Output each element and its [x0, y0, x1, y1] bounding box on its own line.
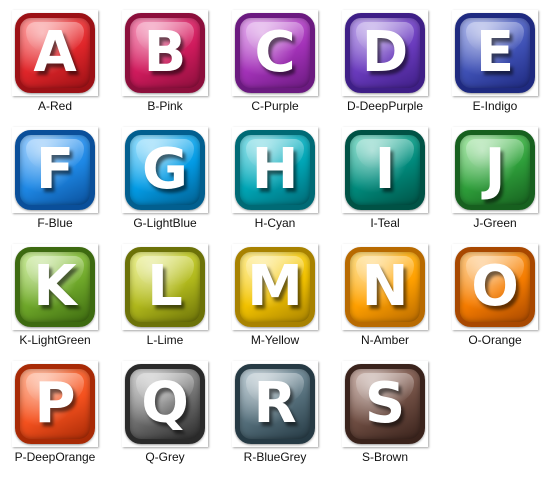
tile-letter: P	[34, 371, 76, 436]
icon-item[interactable]: S S-Brown	[330, 351, 440, 468]
tile-letter: S	[364, 371, 406, 436]
icon-thumbnail[interactable]: G	[122, 127, 208, 213]
icon-item[interactable]: G G-LightBlue	[110, 117, 220, 234]
icon-label: C-Purple	[251, 99, 299, 113]
icon-item[interactable]: R R-BlueGrey	[220, 351, 330, 468]
tile-letter: I	[374, 137, 396, 202]
letter-tile-icon: M	[235, 247, 315, 327]
letter-tile-icon: R	[235, 364, 315, 444]
letter-tile-icon: A	[15, 13, 95, 93]
icon-grid: A A-Red B B-Pink C C-Purple D D-DeepPurp…	[0, 0, 550, 480]
icon-thumbnail[interactable]: H	[232, 127, 318, 213]
icon-item[interactable]: M M-Yellow	[220, 234, 330, 351]
tile-letter: N	[361, 254, 409, 319]
letter-tile-icon: O	[455, 247, 535, 327]
tile-letter: L	[147, 254, 183, 319]
icon-item[interactable]: H H-Cyan	[220, 117, 330, 234]
icon-label: L-Lime	[146, 333, 184, 347]
letter-tile-icon: N	[345, 247, 425, 327]
icon-label: R-BlueGrey	[243, 450, 307, 464]
icon-thumbnail[interactable]: B	[122, 10, 208, 96]
icon-label: F-Blue	[37, 216, 73, 230]
icon-label: N-Amber	[360, 333, 409, 347]
letter-tile-icon: Q	[125, 364, 205, 444]
icon-label: G-LightBlue	[133, 216, 197, 230]
icon-thumbnail[interactable]: M	[232, 244, 318, 330]
icon-thumbnail[interactable]: I	[342, 127, 428, 213]
tile-letter: K	[33, 254, 77, 319]
icon-thumbnail[interactable]: P	[12, 361, 98, 447]
icon-thumbnail[interactable]: L	[122, 244, 208, 330]
icon-item[interactable]: I I-Teal	[330, 117, 440, 234]
icon-label: O-Orange	[468, 333, 522, 347]
icon-label: B-Pink	[147, 99, 183, 113]
letter-tile-icon: G	[125, 130, 205, 210]
letter-tile-icon: S	[345, 364, 425, 444]
icon-label: S-Brown	[361, 450, 408, 464]
icon-thumbnail[interactable]: Q	[122, 361, 208, 447]
icon-item[interactable]: F F-Blue	[0, 117, 110, 234]
icon-label: E-Indigo	[472, 99, 518, 113]
letter-tile-icon: D	[345, 13, 425, 93]
letter-tile-icon: C	[235, 13, 315, 93]
icon-thumbnail[interactable]: D	[342, 10, 428, 96]
letter-tile-icon: H	[235, 130, 315, 210]
icon-thumbnail[interactable]: A	[12, 10, 98, 96]
icon-label: D-DeepPurple	[346, 99, 424, 113]
tile-letter: C	[254, 20, 296, 85]
tile-letter: R	[253, 371, 297, 436]
tile-letter: G	[142, 137, 188, 202]
icon-label: A-Red	[37, 99, 72, 113]
tile-letter: H	[251, 137, 299, 202]
icon-label: P-DeepOrange	[14, 450, 96, 464]
icon-item[interactable]: D D-DeepPurple	[330, 0, 440, 117]
icon-item[interactable]: A A-Red	[0, 0, 110, 117]
icon-label: I-Teal	[370, 216, 400, 230]
tile-letter: D	[361, 20, 409, 85]
icon-label: M-Yellow	[250, 333, 300, 347]
icon-thumbnail[interactable]: S	[342, 361, 428, 447]
letter-tile-icon: L	[125, 247, 205, 327]
icon-item[interactable]: L L-Lime	[110, 234, 220, 351]
icon-thumbnail[interactable]: F	[12, 127, 98, 213]
icon-label: J-Green	[473, 216, 517, 230]
icon-item[interactable]: E E-Indigo	[440, 0, 550, 117]
tile-letter: M	[247, 254, 303, 319]
icon-thumbnail[interactable]: J	[452, 127, 538, 213]
icon-item[interactable]: N N-Amber	[330, 234, 440, 351]
icon-label: H-Cyan	[254, 216, 296, 230]
icon-label: Q-Grey	[145, 450, 185, 464]
icon-item[interactable]: K K-LightGreen	[0, 234, 110, 351]
letter-tile-icon: B	[125, 13, 205, 93]
icon-item[interactable]: O O-Orange	[440, 234, 550, 351]
tile-letter: E	[475, 20, 515, 85]
icon-thumbnail[interactable]: E	[452, 10, 538, 96]
icon-label: K-LightGreen	[19, 333, 91, 347]
tile-letter: Q	[141, 371, 189, 436]
icon-item[interactable]: B B-Pink	[110, 0, 220, 117]
tile-letter: A	[33, 20, 77, 85]
icon-item[interactable]: P P-DeepOrange	[0, 351, 110, 468]
icon-thumbnail[interactable]: K	[12, 244, 98, 330]
icon-thumbnail[interactable]: N	[342, 244, 428, 330]
letter-tile-icon: F	[15, 130, 95, 210]
icon-thumbnail[interactable]: R	[232, 361, 318, 447]
letter-tile-icon: K	[15, 247, 95, 327]
icon-item[interactable]: J J-Green	[440, 117, 550, 234]
letter-tile-icon: E	[455, 13, 535, 93]
letter-tile-icon: I	[345, 130, 425, 210]
tile-letter: J	[484, 137, 506, 202]
icon-item[interactable]: Q Q-Grey	[110, 351, 220, 468]
icon-thumbnail[interactable]: C	[232, 10, 318, 96]
tile-letter: B	[143, 20, 187, 85]
letter-tile-icon: P	[15, 364, 95, 444]
tile-letter: O	[471, 254, 519, 319]
tile-letter: F	[35, 137, 75, 202]
icon-item[interactable]: C C-Purple	[220, 0, 330, 117]
letter-tile-icon: J	[455, 130, 535, 210]
icon-thumbnail[interactable]: O	[452, 244, 538, 330]
